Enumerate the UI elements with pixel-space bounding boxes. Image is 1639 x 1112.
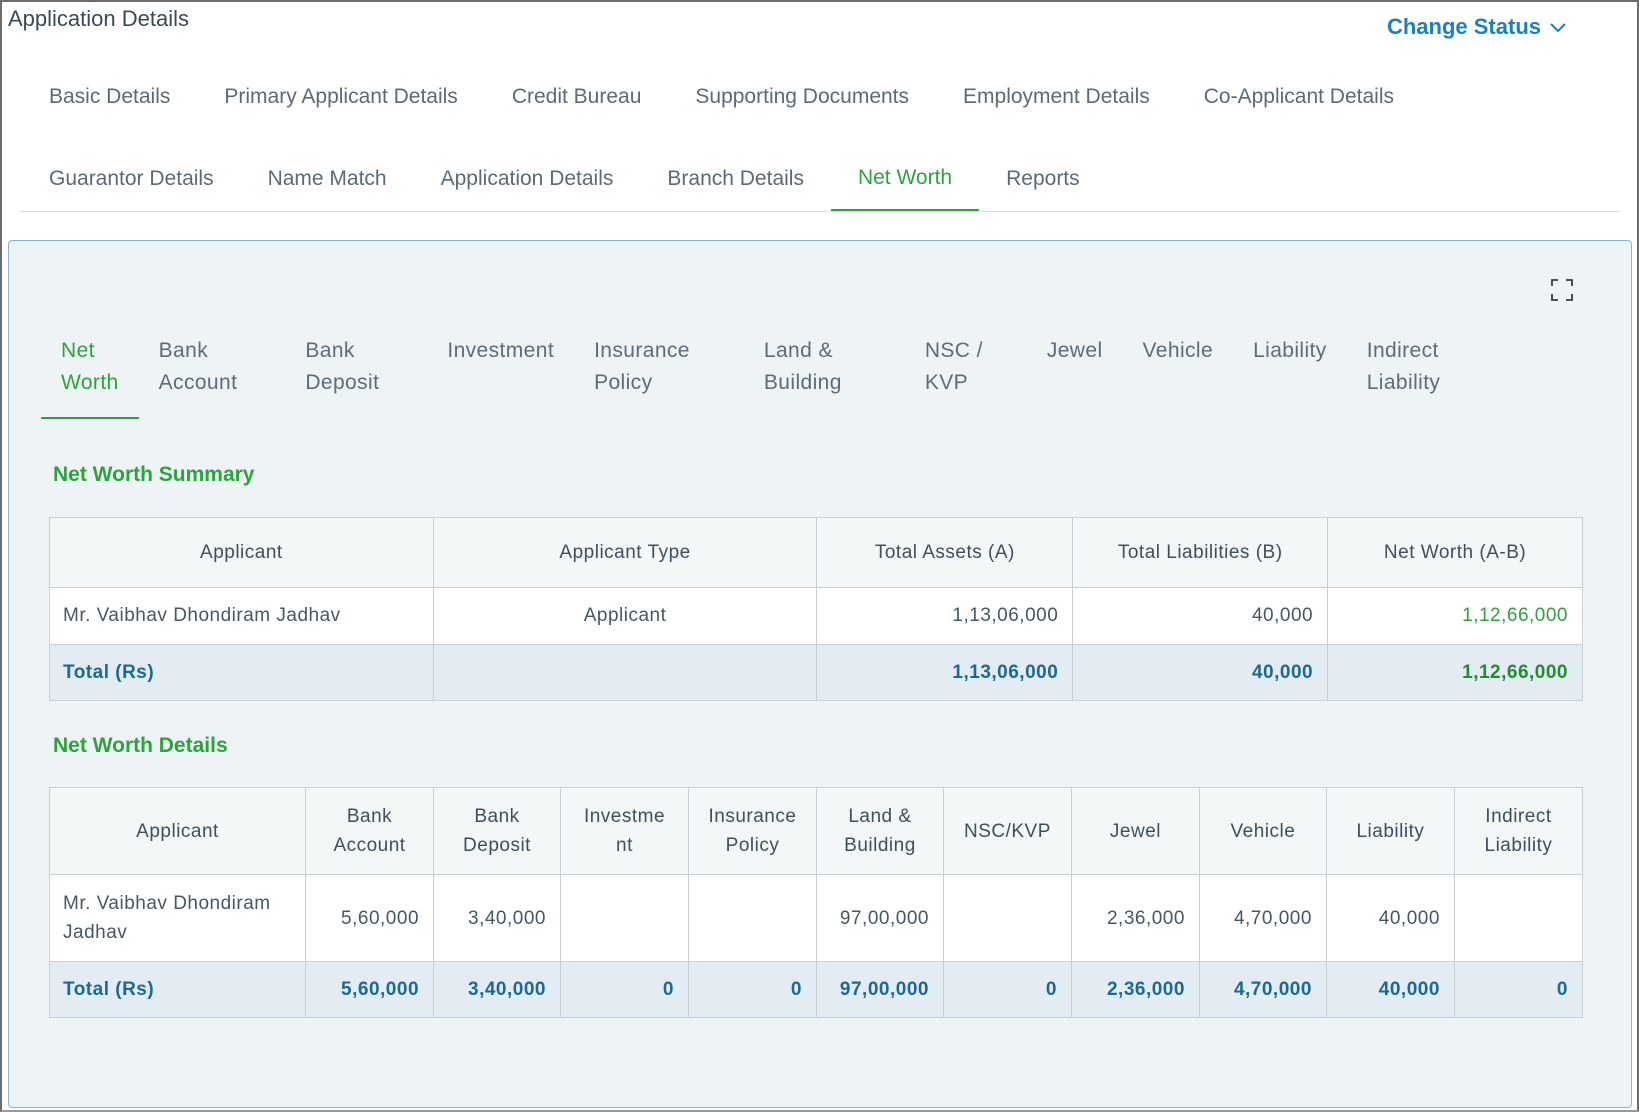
table-row: Mr. Vaibhav Dhondiram Jadhav 5,60,000 3,… (48, 874, 1584, 962)
net-worth-details-table: Applicant Bank Account Bank Deposit Inve… (48, 787, 1584, 1018)
bank-account-total: 5,60,000 (305, 961, 435, 1018)
column-header: Investme nt (559, 787, 689, 875)
liability-value: 40,000 (1325, 874, 1455, 962)
applicant-type: Applicant (432, 587, 818, 645)
tab-credit-bureau[interactable]: Credit Bureau (485, 72, 669, 122)
tab-net-worth[interactable]: Net Worth (830, 146, 980, 211)
table-header-row: Applicant Applicant Type Total Assets (A… (49, 517, 1583, 588)
subtab-indirect-liability[interactable]: Indirect Liability (1347, 335, 1461, 419)
land-building-total: 97,00,000 (815, 961, 944, 1018)
column-header: Liability (1325, 787, 1455, 875)
nsc-kvp-value (942, 874, 1072, 962)
land-building-value: 97,00,000 (815, 874, 944, 962)
column-header: Total Liabilities (B) (1072, 517, 1329, 588)
total-liabilities: 40,000 (1072, 587, 1329, 645)
vehicle-value: 4,70,000 (1198, 874, 1327, 962)
subtab-investment[interactable]: Investment (427, 335, 574, 419)
column-header: NSC/KVP (942, 787, 1072, 875)
applicant-name: Mr. Vaibhav Dhondiram Jadhav (49, 587, 434, 645)
total-liabilities-sum: 40,000 (1072, 644, 1329, 701)
table-header-row: Applicant Bank Account Bank Deposit Inve… (48, 787, 1584, 875)
chevron-down-icon (1550, 23, 1566, 33)
column-header: Applicant (49, 517, 434, 588)
total-assets: 1,13,06,000 (816, 587, 1074, 645)
tab-primary-applicant-details[interactable]: Primary Applicant Details (197, 72, 484, 122)
column-header: Vehicle (1198, 787, 1327, 875)
jewel-value: 2,36,000 (1070, 874, 1200, 962)
column-header: Applicant (48, 787, 307, 875)
net-worth-value: 1,12,66,000 (1327, 587, 1583, 645)
applicant-name: Mr. Vaibhav Dhondiram Jadhav (48, 874, 307, 962)
jewel-total: 2,36,000 (1070, 961, 1200, 1018)
main-tabs-row-2: Guarantor Details Name Match Application… (22, 146, 1107, 211)
sub-tabs: Net Worth Bank Account Bank Deposit Inve… (41, 335, 1460, 419)
net-worth-panel: Net Worth Bank Account Bank Deposit Inve… (8, 240, 1632, 1108)
nsc-kvp-total: 0 (942, 961, 1072, 1018)
total-assets-sum: 1,13,06,000 (816, 644, 1074, 701)
tab-employment-details[interactable]: Employment Details (936, 72, 1177, 122)
subtab-bank-deposit[interactable]: Bank Deposit (285, 335, 427, 419)
tab-supporting-documents[interactable]: Supporting Documents (668, 72, 936, 122)
tab-application-details[interactable]: Application Details (414, 146, 641, 211)
indirect-liability-value (1453, 874, 1584, 962)
net-worth-summary-table: Applicant Applicant Type Total Assets (A… (49, 517, 1583, 701)
vehicle-total: 4,70,000 (1198, 961, 1327, 1018)
tab-reports[interactable]: Reports (979, 146, 1107, 211)
main-tabs-row-1: Basic Details Primary Applicant Details … (22, 72, 1421, 122)
subtab-insurance-policy[interactable]: Insurance Policy (574, 335, 744, 419)
investment-value (559, 874, 689, 962)
insurance-policy-total: 0 (687, 961, 817, 1018)
column-header: Total Assets (A) (816, 517, 1074, 588)
subtab-vehicle[interactable]: Vehicle (1123, 335, 1234, 419)
total-label: Total (Rs) (48, 961, 307, 1018)
change-status-button[interactable]: Change Status (1387, 14, 1567, 40)
tab-branch-details[interactable]: Branch Details (640, 146, 831, 211)
net-worth-sum: 1,12,66,000 (1327, 644, 1583, 701)
total-label: Total (Rs) (49, 644, 434, 701)
investment-total: 0 (559, 961, 689, 1018)
column-header: Insurance Policy (687, 787, 817, 875)
total-row: Total (Rs) 1,13,06,000 40,000 1,12,66,00… (49, 644, 1583, 701)
subtab-land-building[interactable]: Land & Building (744, 335, 905, 419)
subtab-jewel[interactable]: Jewel (1027, 335, 1123, 419)
expand-icon[interactable] (1551, 279, 1573, 301)
insurance-policy-value (687, 874, 817, 962)
column-header: Land & Building (815, 787, 944, 875)
subtab-bank-account[interactable]: Bank Account (139, 335, 286, 419)
liability-total: 40,000 (1325, 961, 1455, 1018)
page-title: Application Details (8, 6, 189, 31)
column-header: Jewel (1070, 787, 1200, 875)
net-worth-details-title: Net Worth Details (53, 734, 228, 757)
column-header: Applicant Type (432, 517, 818, 588)
indirect-liability-total: 0 (1453, 961, 1584, 1018)
total-row: Total (Rs) 5,60,000 3,40,000 0 0 97,00,0… (48, 961, 1584, 1018)
empty-cell (432, 644, 818, 701)
tab-basic-details[interactable]: Basic Details (22, 72, 197, 122)
tab-guarantor-details[interactable]: Guarantor Details (22, 146, 241, 211)
column-header: Net Worth (A-B) (1327, 517, 1583, 588)
column-header: Bank Deposit (433, 787, 561, 875)
subtab-nsc-kvp[interactable]: NSC / KVP (905, 335, 1027, 419)
subtab-net-worth[interactable]: Net Worth (41, 335, 139, 419)
tabs-divider (20, 211, 1621, 212)
column-header: Bank Account (305, 787, 435, 875)
net-worth-summary-title: Net Worth Summary (53, 463, 255, 486)
tab-co-applicant-details[interactable]: Co-Applicant Details (1177, 72, 1421, 122)
change-status-label: Change Status (1386, 14, 1541, 39)
tab-name-match[interactable]: Name Match (241, 146, 414, 211)
column-header: Indirect Liability (1453, 787, 1584, 875)
table-row: Mr. Vaibhav Dhondiram Jadhav Applicant 1… (49, 587, 1583, 645)
bank-account-value: 5,60,000 (305, 874, 435, 962)
bank-deposit-total: 3,40,000 (433, 961, 561, 1018)
bank-deposit-value: 3,40,000 (433, 874, 561, 962)
subtab-liability[interactable]: Liability (1233, 335, 1347, 419)
